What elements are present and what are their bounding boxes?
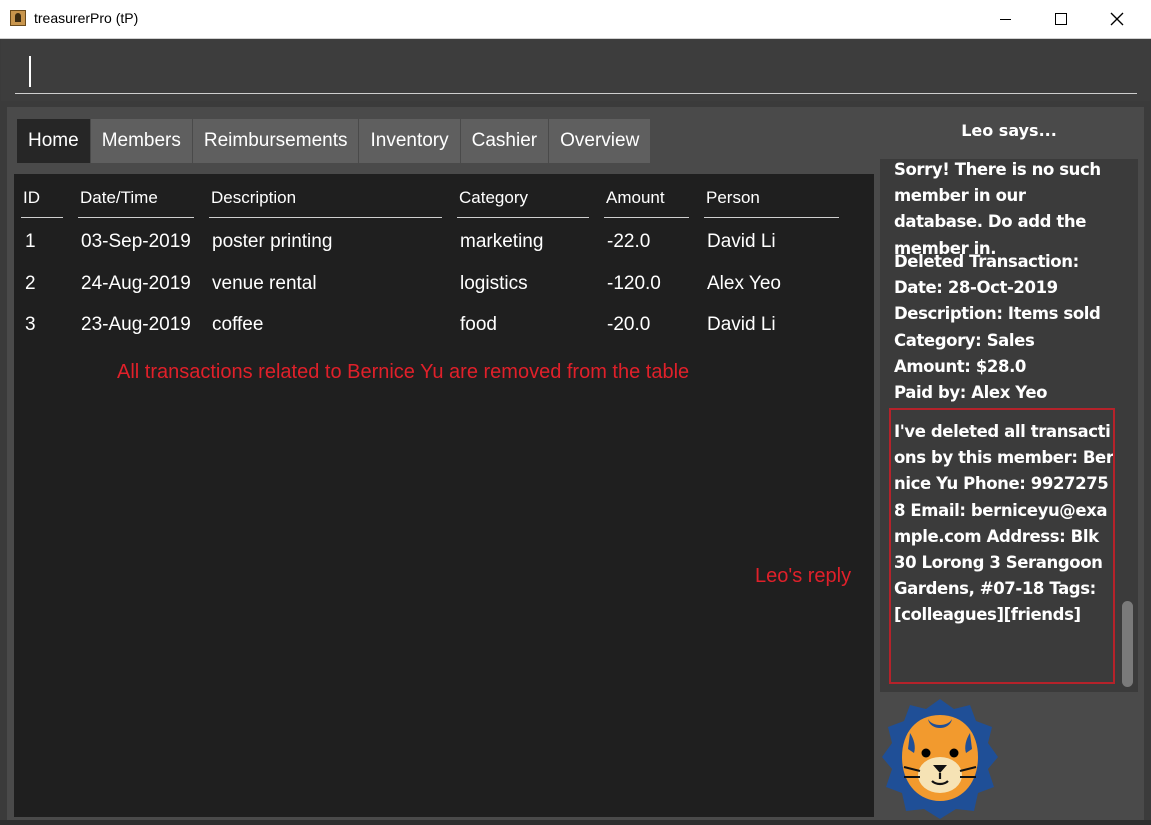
text-caret bbox=[29, 56, 31, 87]
column-header-id[interactable]: ID bbox=[21, 188, 63, 218]
table-cell-datetime: 24-Aug-2019 bbox=[81, 273, 191, 294]
column-header-amount[interactable]: Amount bbox=[604, 188, 689, 218]
close-button[interactable] bbox=[1094, 0, 1140, 38]
title-bar: treasurerPro (tP) bbox=[0, 0, 1151, 39]
table-cell-person: David Li bbox=[707, 314, 776, 335]
leo-message: Sorry! There is no such member in our da… bbox=[894, 160, 1101, 258]
leo-title: Leo says... bbox=[961, 121, 1057, 140]
chat-scrollbar[interactable] bbox=[1122, 601, 1133, 687]
table-cell-amount: -22.0 bbox=[607, 231, 651, 252]
table-cell-amount: -20.0 bbox=[607, 314, 651, 335]
maximize-button[interactable] bbox=[1038, 0, 1084, 38]
table-cell-description: coffee bbox=[212, 314, 264, 335]
window-title: treasurerPro (tP) bbox=[34, 10, 139, 26]
close-icon bbox=[1110, 12, 1124, 26]
table-cell-category: marketing bbox=[460, 231, 544, 252]
table-cell-category: logistics bbox=[460, 273, 528, 294]
table-cell-amount: -120.0 bbox=[607, 273, 661, 294]
tab-reimbursements[interactable]: Reimbursements bbox=[192, 119, 360, 163]
table-cell-id: 3 bbox=[25, 314, 36, 335]
column-header-datetime[interactable]: Date/Time bbox=[78, 188, 194, 218]
bottom-strip bbox=[0, 820, 1151, 825]
reply-highlight-box bbox=[889, 408, 1115, 684]
column-header-person[interactable]: Person bbox=[704, 188, 839, 218]
lion-mascot-icon bbox=[882, 699, 998, 819]
table-cell-category: food bbox=[460, 314, 497, 335]
table-cell-datetime: 23-Aug-2019 bbox=[81, 314, 191, 335]
table-cell-id: 2 bbox=[25, 273, 36, 294]
table-annotation: All transactions related to Bernice Yu a… bbox=[117, 361, 690, 383]
command-input[interactable] bbox=[15, 56, 1137, 94]
tab-members[interactable]: Members bbox=[90, 119, 193, 163]
app-icon bbox=[10, 10, 26, 26]
table-cell-description: poster printing bbox=[212, 231, 333, 252]
column-header-description[interactable]: Description bbox=[209, 188, 442, 218]
tab-bar: Home Members Reimbursements Inventory Ca… bbox=[17, 119, 652, 163]
leo-message: Deleted Transaction: Date: 28-Oct-2019 D… bbox=[894, 252, 1101, 403]
minimize-button[interactable] bbox=[982, 0, 1028, 38]
table-cell-description: venue rental bbox=[212, 273, 317, 294]
table-cell-person: Alex Yeo bbox=[707, 273, 781, 294]
tab-cashier[interactable]: Cashier bbox=[460, 119, 550, 163]
transaction-table bbox=[14, 174, 874, 817]
column-header-category[interactable]: Category bbox=[457, 188, 589, 218]
table-cell-datetime: 03-Sep-2019 bbox=[81, 231, 191, 252]
tab-home[interactable]: Home bbox=[17, 119, 91, 163]
tab-inventory[interactable]: Inventory bbox=[359, 119, 461, 163]
minimize-icon bbox=[999, 18, 1011, 20]
tab-overview[interactable]: Overview bbox=[549, 119, 652, 163]
table-cell-id: 1 bbox=[25, 231, 36, 252]
maximize-icon bbox=[1055, 13, 1067, 25]
table-cell-person: David Li bbox=[707, 231, 776, 252]
reply-annotation: Leo's reply bbox=[755, 565, 852, 587]
